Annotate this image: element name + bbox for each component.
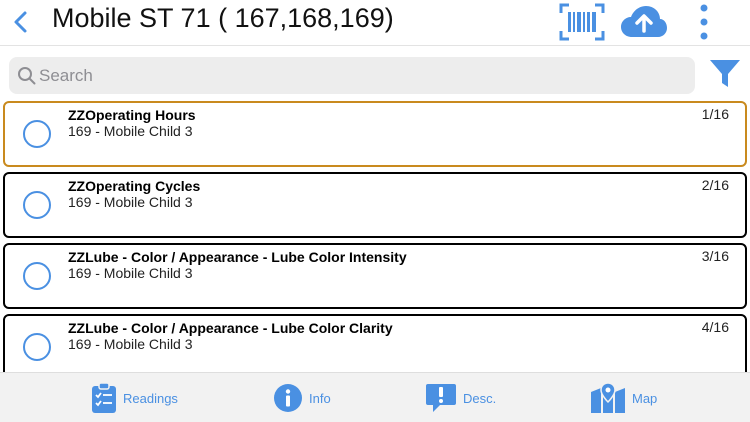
filter-button[interactable] <box>708 57 742 91</box>
more-options-button[interactable] <box>692 2 716 42</box>
item-title: ZZOperating Cycles <box>68 178 201 194</box>
tab-info[interactable]: Info <box>273 381 331 415</box>
list-item[interactable]: ZZLube - Color / Appearance - Lube Color… <box>3 314 747 372</box>
item-count: 3/16 <box>701 248 729 264</box>
clipboard-checklist-icon <box>92 382 116 413</box>
cloud-upload-icon <box>621 6 667 37</box>
list-item[interactable]: ZZOperating Hours 169 - Mobile Child 3 1… <box>3 101 747 167</box>
tab-map[interactable]: Map <box>590 381 657 415</box>
item-subtitle: 169 - Mobile Child 3 <box>68 336 193 352</box>
chevron-left-icon <box>14 11 27 33</box>
list-item[interactable]: ZZOperating Cycles 169 - Mobile Child 3 … <box>3 172 747 238</box>
speech-bubble-alert-icon <box>426 384 456 412</box>
header-bar: Mobile ST 71 ( 167,168,169) <box>0 0 750 46</box>
item-count: 2/16 <box>701 177 729 193</box>
tab-label: Readings <box>123 390 178 406</box>
item-title: ZZOperating Hours <box>68 107 196 123</box>
barcode-scan-icon <box>559 3 605 41</box>
tab-readings[interactable]: Readings <box>91 381 178 415</box>
item-title: ZZLube - Color / Appearance - Lube Color… <box>68 320 393 336</box>
filter-icon <box>710 60 740 87</box>
radio-button[interactable] <box>23 262 51 290</box>
more-vertical-icon <box>700 4 708 40</box>
tab-label: Map <box>632 390 658 406</box>
search-input[interactable] <box>39 57 679 94</box>
radio-button[interactable] <box>23 191 51 219</box>
tab-description[interactable]: Desc. <box>425 381 496 415</box>
list-item[interactable]: ZZLube - Color / Appearance - Lube Color… <box>3 243 747 309</box>
item-count: 4/16 <box>701 319 729 335</box>
map-pin-icon <box>591 382 625 413</box>
item-count: 1/16 <box>701 106 729 122</box>
radio-button[interactable] <box>23 333 51 361</box>
tab-label: Desc. <box>463 390 497 406</box>
page-title: Mobile ST 71 ( 167,168,169) <box>52 3 394 33</box>
info-icon <box>274 384 302 412</box>
back-button[interactable] <box>8 6 32 38</box>
search-bar <box>9 57 695 94</box>
readings-list: ZZOperating Hours 169 - Mobile Child 3 1… <box>0 99 750 372</box>
tab-label: Info <box>309 390 331 406</box>
bottom-tab-bar: Readings Info Desc. Map <box>0 372 750 422</box>
barcode-scan-button[interactable] <box>558 2 606 42</box>
item-subtitle: 169 - Mobile Child 3 <box>68 265 193 281</box>
cloud-upload-button[interactable] <box>620 2 668 42</box>
radio-button[interactable] <box>23 120 51 148</box>
item-title: ZZLube - Color / Appearance - Lube Color… <box>68 249 407 265</box>
item-subtitle: 169 - Mobile Child 3 <box>68 123 193 139</box>
search-icon <box>18 67 36 85</box>
item-subtitle: 169 - Mobile Child 3 <box>68 194 193 210</box>
